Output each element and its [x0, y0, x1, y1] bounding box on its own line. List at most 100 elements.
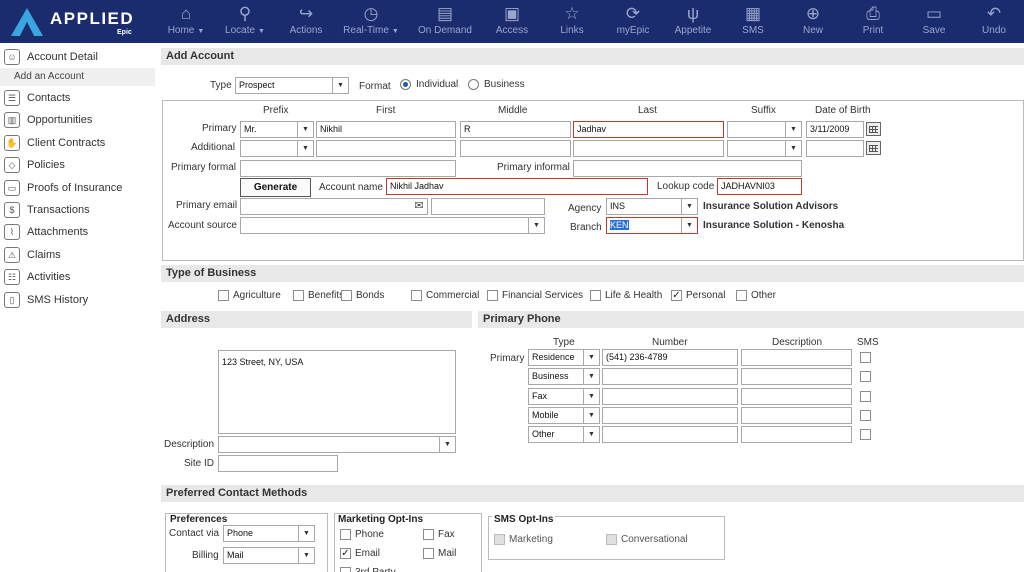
business-other-checkbox[interactable]	[736, 290, 747, 301]
toolbar-button-on-demand[interactable]: ▤ On Demand	[410, 3, 480, 41]
claims-icon: ⚠	[4, 246, 20, 263]
contact-via-select[interactable]: Phone ▼	[223, 525, 315, 542]
business-agriculture-checkbox[interactable]	[218, 290, 229, 301]
sidebar-item-label: SMS History	[27, 293, 89, 306]
sidebar-item-attachments[interactable]: ⌇ Attachments	[0, 221, 155, 243]
sidebar-item-transactions[interactable]: $ Transactions	[0, 199, 155, 221]
phone-type-select[interactable]: Other ▼	[528, 426, 600, 444]
business-personal-checkbox[interactable]: ✓	[671, 290, 682, 301]
dollar-icon: $	[4, 202, 20, 218]
format-individual-radio[interactable]	[400, 79, 411, 90]
site-id-input[interactable]	[218, 455, 338, 472]
agency-name: Insurance Solution Advisors	[703, 201, 839, 212]
primary-formal-input[interactable]	[240, 160, 456, 177]
email-icon[interactable]: ✉	[412, 199, 426, 213]
last-name-input[interactable]: Jadhav	[573, 121, 724, 138]
business-benefits-checkbox[interactable]	[293, 290, 304, 301]
secondary-email-input[interactable]	[431, 198, 545, 215]
phone-number-input[interactable]	[602, 406, 738, 424]
toolbar-button-print[interactable]: ⎙ Print	[838, 3, 908, 41]
prefix-header: Prefix	[263, 105, 289, 116]
section-primary-phone: Primary Phone	[478, 311, 1024, 328]
suffix-select[interactable]: ▼	[727, 121, 802, 138]
phone-type-select[interactable]: Mobile ▼	[528, 406, 600, 424]
marketing-mail-checkbox[interactable]	[423, 548, 434, 559]
phone-type-select[interactable]: Fax ▼	[528, 387, 600, 405]
generate-code-button[interactable]: Generate Code	[240, 178, 311, 210]
undo-icon: ↶	[986, 4, 1002, 23]
sidebar-item-proofs-of-insurance[interactable]: ▭ Proofs of Insurance	[0, 177, 155, 199]
agency-select[interactable]: INS ▼	[606, 198, 698, 215]
printer-icon: ⎙	[866, 4, 880, 23]
additional-middle-input[interactable]	[460, 140, 571, 157]
toolbar-button-actions[interactable]: ↪ Actions	[271, 3, 341, 41]
actions-icon: ↪	[298, 4, 314, 23]
phone-type-select[interactable]: Business ▼	[528, 368, 600, 386]
chevron-down-icon: ▼	[298, 526, 314, 541]
business-commercial-label: Commercial	[426, 290, 480, 301]
phone-sms-checkbox[interactable]	[860, 371, 871, 383]
phone-type-select[interactable]: Residence ▼	[528, 349, 600, 366]
phone-number-input[interactable]	[602, 426, 738, 444]
account-name-input[interactable]: Nikhil Jadhav	[386, 178, 648, 195]
dob-input[interactable]: 3/11/2009	[806, 121, 864, 138]
address-input[interactable]: 123 Street, NY, USA	[218, 350, 456, 434]
sidebar-item-claims[interactable]: ⚠ Claims	[0, 244, 155, 266]
phone-sms-checkbox[interactable]	[860, 429, 871, 441]
format-business-radio[interactable]	[468, 79, 479, 90]
additional-last-input[interactable]	[573, 140, 724, 157]
phone-number-input[interactable]	[602, 387, 738, 405]
sidebar-item-account-detail[interactable]: ☺ Account Detail	[0, 46, 155, 68]
marketing-fax-checkbox[interactable]	[423, 529, 434, 540]
additional-prefix-select[interactable]: ▼	[240, 140, 314, 157]
business-commercial-checkbox[interactable]	[411, 290, 422, 301]
account-source-select[interactable]: ▼	[240, 217, 545, 234]
business-life-and-health-checkbox[interactable]	[590, 290, 601, 301]
first-header: First	[376, 105, 396, 116]
sidebar-item-contacts[interactable]: ☰ Contacts	[0, 87, 155, 109]
prefix-select[interactable]: Mr. ▼	[240, 121, 314, 138]
marketing-email-checkbox[interactable]: ✓	[340, 548, 351, 559]
primary-informal-input[interactable]	[573, 160, 802, 177]
toolbar-button-undo[interactable]: ↶ Undo	[959, 3, 1024, 41]
marketing-3rd-party-checkbox[interactable]	[340, 567, 351, 572]
phone-description-input[interactable]	[741, 349, 852, 366]
phone-description-input[interactable]	[741, 406, 852, 424]
branch-select[interactable]: KEN ▼	[606, 217, 698, 234]
primary-email-input[interactable]	[240, 198, 428, 215]
sidebar-item-label: Claims	[27, 248, 61, 261]
address-description-select[interactable]: ▼	[218, 436, 456, 453]
middle-name-input[interactable]: R	[460, 121, 571, 138]
lookup-code-input[interactable]: JADHAVNI03	[717, 178, 802, 195]
marketing-phone-checkbox[interactable]	[340, 529, 351, 540]
billing-select[interactable]: Mail ▼	[223, 547, 315, 564]
chevron-down-icon: ▼	[583, 427, 599, 443]
additional-suffix-select[interactable]: ▼	[727, 140, 802, 157]
toolbar-button-links[interactable]: ☆ Links	[537, 3, 607, 41]
sidebar-item-client-contracts[interactable]: ✋ Client Contracts	[0, 132, 155, 154]
type-select[interactable]: Prospect ▼	[235, 77, 349, 94]
business-financial-services-checkbox[interactable]	[487, 290, 498, 301]
contacts-icon: ☰	[4, 90, 20, 106]
phone-sms-checkbox[interactable]	[860, 352, 871, 363]
business-bonds-checkbox[interactable]	[341, 290, 352, 301]
phone-sms-checkbox[interactable]	[860, 390, 871, 402]
sidebar-item-activities[interactable]: ☷ Activities	[0, 266, 155, 288]
phone-number-input[interactable]	[602, 368, 738, 386]
sidebar-item-add-account[interactable]: Add an Account	[0, 68, 155, 86]
phone-description-input[interactable]	[741, 387, 852, 405]
phone-description-input[interactable]	[741, 426, 852, 444]
additional-dob-input[interactable]	[806, 140, 864, 157]
toolbar-button-locate[interactable]: ⚲ Locate ▼	[210, 3, 280, 41]
phone-description-input[interactable]	[741, 368, 852, 386]
sidebar-item-sms-history[interactable]: ▯ SMS History	[0, 289, 155, 311]
toolbar-button-real-time[interactable]: ◷ Real-Time ▼	[336, 3, 406, 41]
additional-first-input[interactable]	[316, 140, 456, 157]
sidebar-item-opportunities[interactable]: ▥ Opportunities	[0, 109, 155, 131]
sidebar-item-policies[interactable]: ◇ Policies	[0, 154, 155, 176]
first-name-input[interactable]: Nikhil	[316, 121, 456, 138]
calendar-icon[interactable]	[866, 122, 881, 136]
calendar-icon[interactable]	[866, 141, 881, 155]
phone-sms-checkbox[interactable]	[860, 409, 871, 421]
phone-number-input[interactable]: (541) 236-4789	[602, 349, 738, 366]
